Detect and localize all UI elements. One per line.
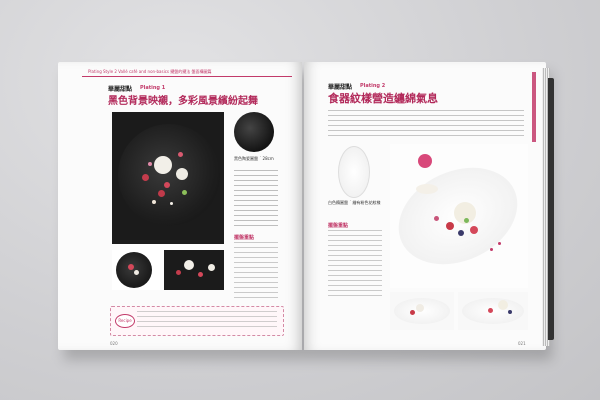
main-dessert-photo (390, 144, 528, 288)
small-black-plate-photo (234, 112, 274, 152)
meringue-drop (170, 202, 173, 205)
step-photo-1 (390, 292, 454, 330)
step-photo-2 (164, 250, 224, 290)
small-plate-caption: 黑色陶瓷圓盤 ˙ 28cm (234, 156, 274, 161)
recipe-note-box: Recipe (110, 306, 284, 336)
running-header: Plating Style 2 Vallé café and non-basic… (88, 69, 212, 74)
strawberry (158, 190, 165, 197)
strawberry (142, 174, 149, 181)
open-book: Plating Style 2 Vallé café and non-basic… (58, 62, 554, 360)
tips-text (328, 230, 382, 300)
plate-number: Plating 1 (140, 85, 166, 91)
chapter-tab (532, 72, 536, 142)
ice-cream-scoop (498, 300, 508, 310)
black-plate (118, 124, 220, 226)
strawberry (128, 264, 134, 270)
page-number: 020 (110, 341, 118, 346)
strawberry (470, 226, 478, 234)
body-text (234, 170, 278, 230)
ice-cream-scoop (416, 304, 424, 312)
ice-cream-scoop (184, 260, 194, 270)
cream-quenelle (208, 264, 215, 271)
tips-label: 擺盤重點 (234, 235, 255, 241)
strawberry (198, 272, 203, 277)
berry (434, 216, 439, 221)
page-title: 黑色背景映襯，多彩風景繽紛起舞 (108, 96, 258, 107)
left-page: Plating Style 2 Vallé café and non-basic… (58, 62, 302, 350)
meringue-stick (416, 184, 438, 194)
herb-leaf (464, 218, 469, 223)
page-title: 食器紋樣營造纏綿氣息 (328, 92, 438, 105)
recipe-note-text (137, 311, 277, 331)
back-cover (548, 78, 554, 340)
pink-flower (418, 154, 432, 168)
meringue-drop (152, 200, 156, 204)
blueberry (508, 310, 512, 314)
berry (178, 152, 183, 157)
strawberry (176, 270, 181, 275)
plate-pattern (498, 242, 501, 245)
step-photo-2 (458, 292, 528, 330)
right-page: 華麗甜點 Plating 2 食器紋樣營造纏綿氣息 白色橢圓盤 ˙ 繪有粉色花紋… (304, 62, 546, 350)
step-photo-1 (112, 250, 160, 290)
strawberry (446, 222, 454, 230)
ice-cream-scoop (154, 156, 172, 174)
plate-pattern (490, 248, 493, 251)
tips-text (234, 242, 278, 298)
cream-quenelle (176, 168, 188, 180)
oval-plate-caption: 白色橢圓盤 ˙ 繪有粉色花紋樣 (328, 200, 381, 205)
plate-number: Plating 2 (360, 83, 386, 89)
oval-plate-photo (338, 146, 370, 198)
recipe-badge: Recipe (115, 314, 135, 328)
tips-label: 擺盤重點 (328, 223, 349, 229)
strawberry (164, 182, 170, 188)
cream (134, 270, 139, 275)
strawberry (488, 308, 493, 313)
main-dessert-photo (112, 112, 224, 244)
blueberry (458, 230, 464, 236)
page-number: 021 (518, 341, 526, 346)
herb-leaf (182, 190, 187, 195)
intro-text (328, 110, 524, 140)
step-plate (462, 298, 524, 324)
strawberry (410, 310, 415, 315)
flower-petal (148, 162, 152, 166)
